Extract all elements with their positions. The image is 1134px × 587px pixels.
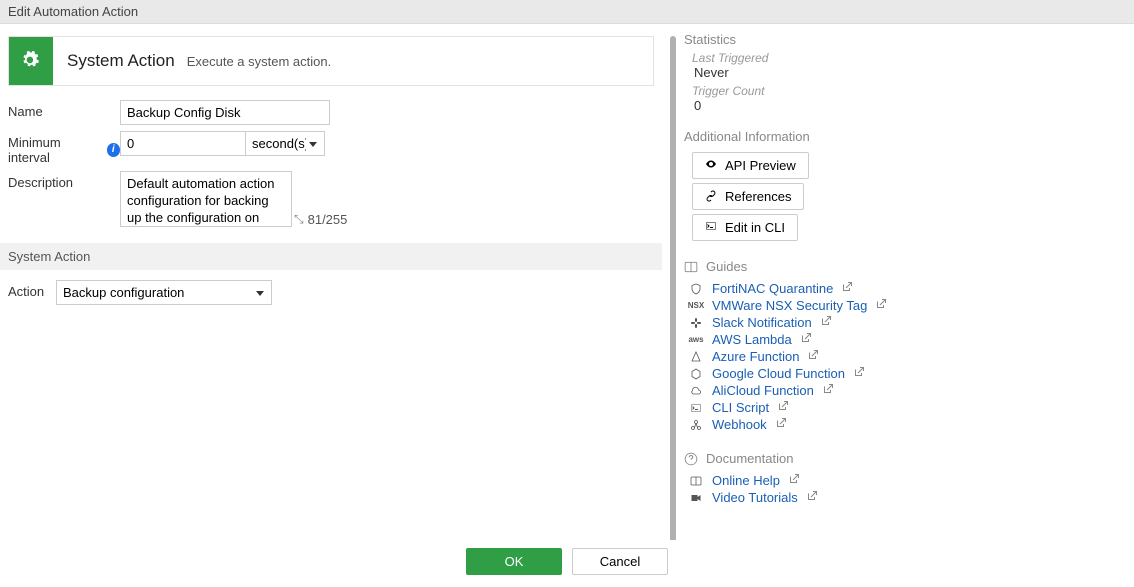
external-link-icon: [820, 315, 832, 330]
guides-header: Guides: [684, 259, 1118, 274]
info-icon[interactable]: i: [107, 143, 120, 157]
trigger-count-value: 0: [694, 98, 1118, 113]
guide-link-webhook[interactable]: Webhook: [712, 417, 767, 432]
cancel-button-label: Cancel: [600, 554, 640, 569]
alicloud-icon: [688, 385, 704, 397]
doc-link-online-help[interactable]: Online Help: [712, 473, 780, 488]
description-textarea[interactable]: [120, 171, 292, 227]
slack-icon: [688, 317, 704, 329]
last-triggered-label: Last Triggered: [692, 51, 1118, 65]
external-link-icon: [875, 298, 887, 313]
guide-link-nsx[interactable]: VMWare NSX Security Tag: [712, 298, 867, 313]
gcp-icon: [688, 368, 704, 380]
name-input[interactable]: [120, 100, 330, 125]
guide-link-gcp[interactable]: Google Cloud Function: [712, 366, 845, 381]
action-select[interactable]: Backup configuration: [56, 280, 272, 305]
documentation-header: Documentation: [684, 451, 1118, 466]
guides-header-text: Guides: [706, 259, 747, 274]
description-label: Description: [8, 171, 120, 190]
shield-icon: [688, 283, 704, 295]
docs-list: Online Help Video Tutorials: [688, 472, 1118, 506]
guide-link-alicloud[interactable]: AliCloud Function: [712, 383, 814, 398]
edit-in-cli-button[interactable]: Edit in CLI: [692, 214, 798, 241]
min-interval-label-text: Minimum interval: [8, 135, 103, 165]
video-icon: [688, 492, 704, 504]
interval-unit-select[interactable]: second(s): [245, 131, 325, 156]
external-link-icon: [822, 383, 834, 398]
action-label: Action: [8, 280, 56, 299]
guides-list: FortiNAC Quarantine NSX VMWare NSX Securi…: [688, 280, 1118, 433]
guide-link-fortinac[interactable]: FortiNAC Quarantine: [712, 281, 833, 296]
external-link-icon: [806, 490, 818, 505]
min-interval-input[interactable]: [120, 131, 246, 156]
gear-icon: [9, 37, 53, 85]
eye-icon: [705, 158, 717, 173]
references-button[interactable]: References: [692, 183, 804, 210]
window-title: Edit Automation Action: [0, 0, 1134, 24]
api-preview-button[interactable]: API Preview: [692, 152, 809, 179]
help-icon: [684, 452, 698, 466]
external-link-icon: [800, 332, 812, 347]
description-char-count: 81/255: [308, 212, 348, 227]
system-action-section-header: System Action: [0, 243, 662, 270]
external-link-icon: [777, 400, 789, 415]
resize-handle-icon[interactable]: ⤡: [294, 212, 304, 227]
ok-button-label: OK: [505, 554, 524, 569]
guide-link-azure[interactable]: Azure Function: [712, 349, 799, 364]
external-link-icon: [775, 417, 787, 432]
name-label: Name: [8, 100, 120, 119]
guide-link-cliscript[interactable]: CLI Script: [712, 400, 769, 415]
external-link-icon: [841, 281, 853, 296]
window-title-text: Edit Automation Action: [8, 4, 138, 19]
header-description: Execute a system action.: [187, 54, 332, 69]
references-label: References: [725, 189, 791, 204]
azure-icon: [688, 351, 704, 363]
nsx-icon: NSX: [688, 301, 704, 310]
cancel-button[interactable]: Cancel: [572, 548, 668, 575]
ok-button[interactable]: OK: [466, 548, 562, 575]
external-link-icon: [853, 366, 865, 381]
trigger-count-label: Trigger Count: [692, 84, 1118, 98]
edit-in-cli-label: Edit in CLI: [725, 220, 785, 235]
main-form-area: System Action Execute a system action. N…: [0, 24, 670, 540]
link-icon: [705, 189, 717, 204]
external-link-icon: [788, 473, 800, 488]
cli-icon: [688, 402, 704, 414]
header-title: System Action: [67, 51, 175, 71]
min-interval-label: Minimum interval i: [8, 131, 120, 165]
vertical-scrollbar[interactable]: [670, 24, 678, 540]
header-card: System Action Execute a system action.: [8, 36, 654, 86]
statistics-header: Statistics: [684, 32, 1118, 47]
guide-link-aws[interactable]: AWS Lambda: [712, 332, 792, 347]
additional-info-header: Additional Information: [684, 129, 1118, 144]
footer: OK Cancel: [0, 540, 1134, 587]
side-panel: Statistics Last Triggered Never Trigger …: [678, 24, 1134, 540]
book-icon: [688, 475, 704, 487]
last-triggered-value: Never: [694, 65, 1118, 80]
webhook-icon: [688, 419, 704, 431]
external-link-icon: [807, 349, 819, 364]
aws-icon: aws: [688, 335, 704, 344]
documentation-header-text: Documentation: [706, 451, 793, 466]
api-preview-label: API Preview: [725, 158, 796, 173]
cli-icon: [705, 220, 717, 235]
book-icon: [684, 260, 698, 274]
guide-link-slack[interactable]: Slack Notification: [712, 315, 812, 330]
doc-link-video[interactable]: Video Tutorials: [712, 490, 798, 505]
